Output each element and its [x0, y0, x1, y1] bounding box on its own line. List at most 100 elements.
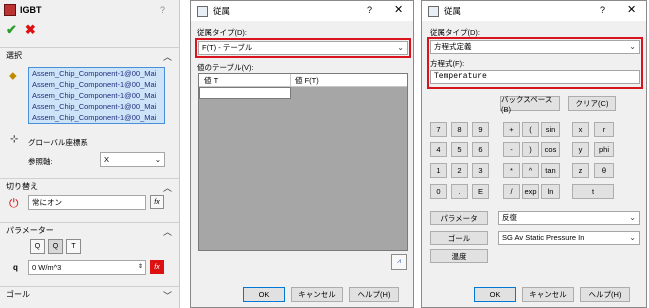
chart-icon[interactable]: ⩘ — [391, 254, 407, 270]
op-button[interactable]: cos — [541, 142, 560, 157]
cancel-button[interactable]: キャンセル — [291, 287, 343, 302]
key-button[interactable]: 2 — [451, 163, 468, 178]
op-button[interactable]: sin — [541, 122, 560, 137]
col-header-t[interactable]: 値 T — [199, 74, 291, 86]
goal-value: SG Av Static Pressure In — [502, 233, 585, 242]
table-edit-cell[interactable] — [199, 87, 291, 99]
var-button[interactable]: t — [572, 184, 614, 199]
ok-button[interactable]: OK — [243, 287, 285, 302]
ok-check-icon[interactable]: ✔ — [6, 22, 17, 38]
param-type-q-icon[interactable]: Q — [30, 239, 45, 254]
goal-button[interactable]: ゴール — [430, 231, 488, 245]
ref-axis-select[interactable]: X ⌄ — [100, 152, 165, 167]
title-bar: 従属 ? ✕ — [191, 1, 413, 21]
help-icon[interactable]: ? — [367, 5, 372, 15]
op-button[interactable]: ) — [522, 142, 539, 157]
ok-button[interactable]: OK — [474, 287, 516, 302]
list-item[interactable]: Assem_Chip_Component-1@00_Mai — [29, 90, 164, 101]
power-icon: ⏻ — [9, 196, 19, 210]
op-button[interactable]: + — [503, 122, 520, 137]
temperature-button[interactable]: 温度 — [430, 249, 488, 263]
var-button[interactable]: y — [572, 142, 589, 157]
title-bar: 従属 ? ✕ — [422, 1, 646, 21]
var-button[interactable]: z — [572, 163, 589, 178]
component-select-icon: ⬥ — [9, 70, 17, 82]
ref-axis-value: X — [104, 155, 110, 164]
parameter-button[interactable]: パラメータ — [430, 211, 488, 225]
dependency-dialog-table: 従属 ? ✕ 従属タイプ(D): F(T) - テーブル ⌄ 値のテーブル(V)… — [190, 0, 414, 308]
backspace-button[interactable]: バックスペース(B) — [500, 95, 560, 114]
op-button[interactable]: ln — [541, 184, 560, 199]
key-button[interactable]: 7 — [430, 122, 447, 137]
switch-select[interactable]: 常にオン — [28, 195, 146, 210]
collapse-icon[interactable]: ︿ — [163, 181, 172, 194]
help-button[interactable]: ヘルプ(H) — [580, 287, 630, 302]
key-button[interactable]: 0 — [430, 184, 447, 199]
close-icon[interactable]: ✕ — [627, 3, 636, 16]
section-selection[interactable]: 選択 ︿ — [0, 47, 180, 63]
cancel-x-icon[interactable]: ✖ — [25, 22, 36, 38]
list-item[interactable]: Assem_Chip_Component-1@00_Mai — [29, 79, 164, 90]
section-goal[interactable]: ゴール ﹀ — [0, 286, 180, 302]
key-button[interactable]: 4 — [430, 142, 447, 157]
section-selection-label: 選択 — [6, 51, 22, 60]
q-value-input[interactable]: 0 W/m^3 ⇕ — [28, 260, 146, 275]
op-button[interactable]: / — [503, 184, 520, 199]
op-button[interactable]: - — [503, 142, 520, 157]
key-button[interactable]: . — [451, 184, 468, 199]
expand-icon[interactable]: ﹀ — [163, 289, 172, 302]
key-button[interactable]: 3 — [472, 163, 489, 178]
key-button[interactable]: 6 — [472, 142, 489, 157]
op-button[interactable]: ^ — [522, 163, 539, 178]
key-button[interactable]: E — [472, 184, 489, 199]
close-icon[interactable]: ✕ — [394, 3, 403, 16]
app-icon — [197, 5, 208, 17]
chevron-down-icon: ⌄ — [154, 155, 161, 164]
var-button[interactable]: r — [594, 122, 614, 137]
col-header-ft[interactable]: 値 F(T) — [291, 74, 407, 86]
op-button[interactable]: exp — [522, 184, 539, 199]
key-button[interactable]: 5 — [451, 142, 468, 157]
fx-button[interactable]: fx — [150, 195, 164, 209]
cancel-button[interactable]: キャンセル — [522, 287, 574, 302]
help-icon[interactable]: ? — [160, 5, 165, 15]
list-item[interactable]: Assem_Chip_Component-1@00_Mai — [29, 101, 164, 112]
table-header: 値 T 値 F(T) — [199, 74, 407, 87]
param-type-q-volume-icon[interactable]: Q — [48, 239, 63, 254]
param-type-t-icon[interactable]: T — [66, 239, 81, 254]
q-value: 0 W/m^3 — [32, 263, 62, 272]
op-button[interactable]: ( — [522, 122, 539, 137]
highlight-box — [427, 37, 643, 89]
key-button[interactable]: 9 — [472, 122, 489, 137]
key-button[interactable]: 8 — [451, 122, 468, 137]
section-switch[interactable]: 切り替え ︿ — [0, 178, 180, 194]
goal-select[interactable]: SG Av Static Pressure In ⌄ — [498, 231, 640, 245]
var-button[interactable]: x — [572, 122, 589, 137]
parameter-select[interactable]: 反復 ⌄ — [498, 211, 640, 225]
clear-button[interactable]: クリア(C) — [568, 96, 616, 111]
var-button[interactable]: phi — [594, 142, 614, 157]
param-type-buttons: Q Q T — [30, 239, 81, 254]
dialog-title: 従属 — [444, 6, 462, 16]
collapse-icon[interactable]: ︿ — [163, 50, 172, 63]
component-listbox[interactable]: Assem_Chip_Component-1@00_Mai Assem_Chip… — [28, 67, 165, 124]
list-item[interactable]: Assem_Chip_Component-1@00_Mai — [29, 68, 164, 79]
collapse-icon[interactable]: ︿ — [163, 225, 172, 238]
spinner-icon[interactable]: ⇕ — [138, 261, 143, 274]
pm-header: IGBT ? — [0, 0, 179, 20]
op-button[interactable]: tan — [541, 163, 560, 178]
var-button[interactable]: θ — [594, 163, 614, 178]
help-button[interactable]: ヘルプ(H) — [349, 287, 399, 302]
help-icon[interactable]: ? — [600, 5, 605, 15]
key-button[interactable]: 1 — [430, 163, 447, 178]
fx-button-active[interactable]: fx — [150, 260, 164, 274]
section-parameter[interactable]: パラメーター ︿ — [0, 222, 180, 238]
section-parameter-label: パラメーター — [6, 226, 54, 235]
q-label: q — [13, 263, 18, 272]
list-item[interactable]: Assem_Chip_Component-1@00_Mai — [29, 112, 164, 123]
op-button[interactable]: * — [503, 163, 520, 178]
chevron-down-icon: ⌄ — [629, 233, 636, 242]
value-table[interactable]: 値 T 値 F(T) — [198, 73, 408, 251]
section-switch-label: 切り替え — [6, 182, 38, 191]
feature-icon — [4, 4, 16, 16]
